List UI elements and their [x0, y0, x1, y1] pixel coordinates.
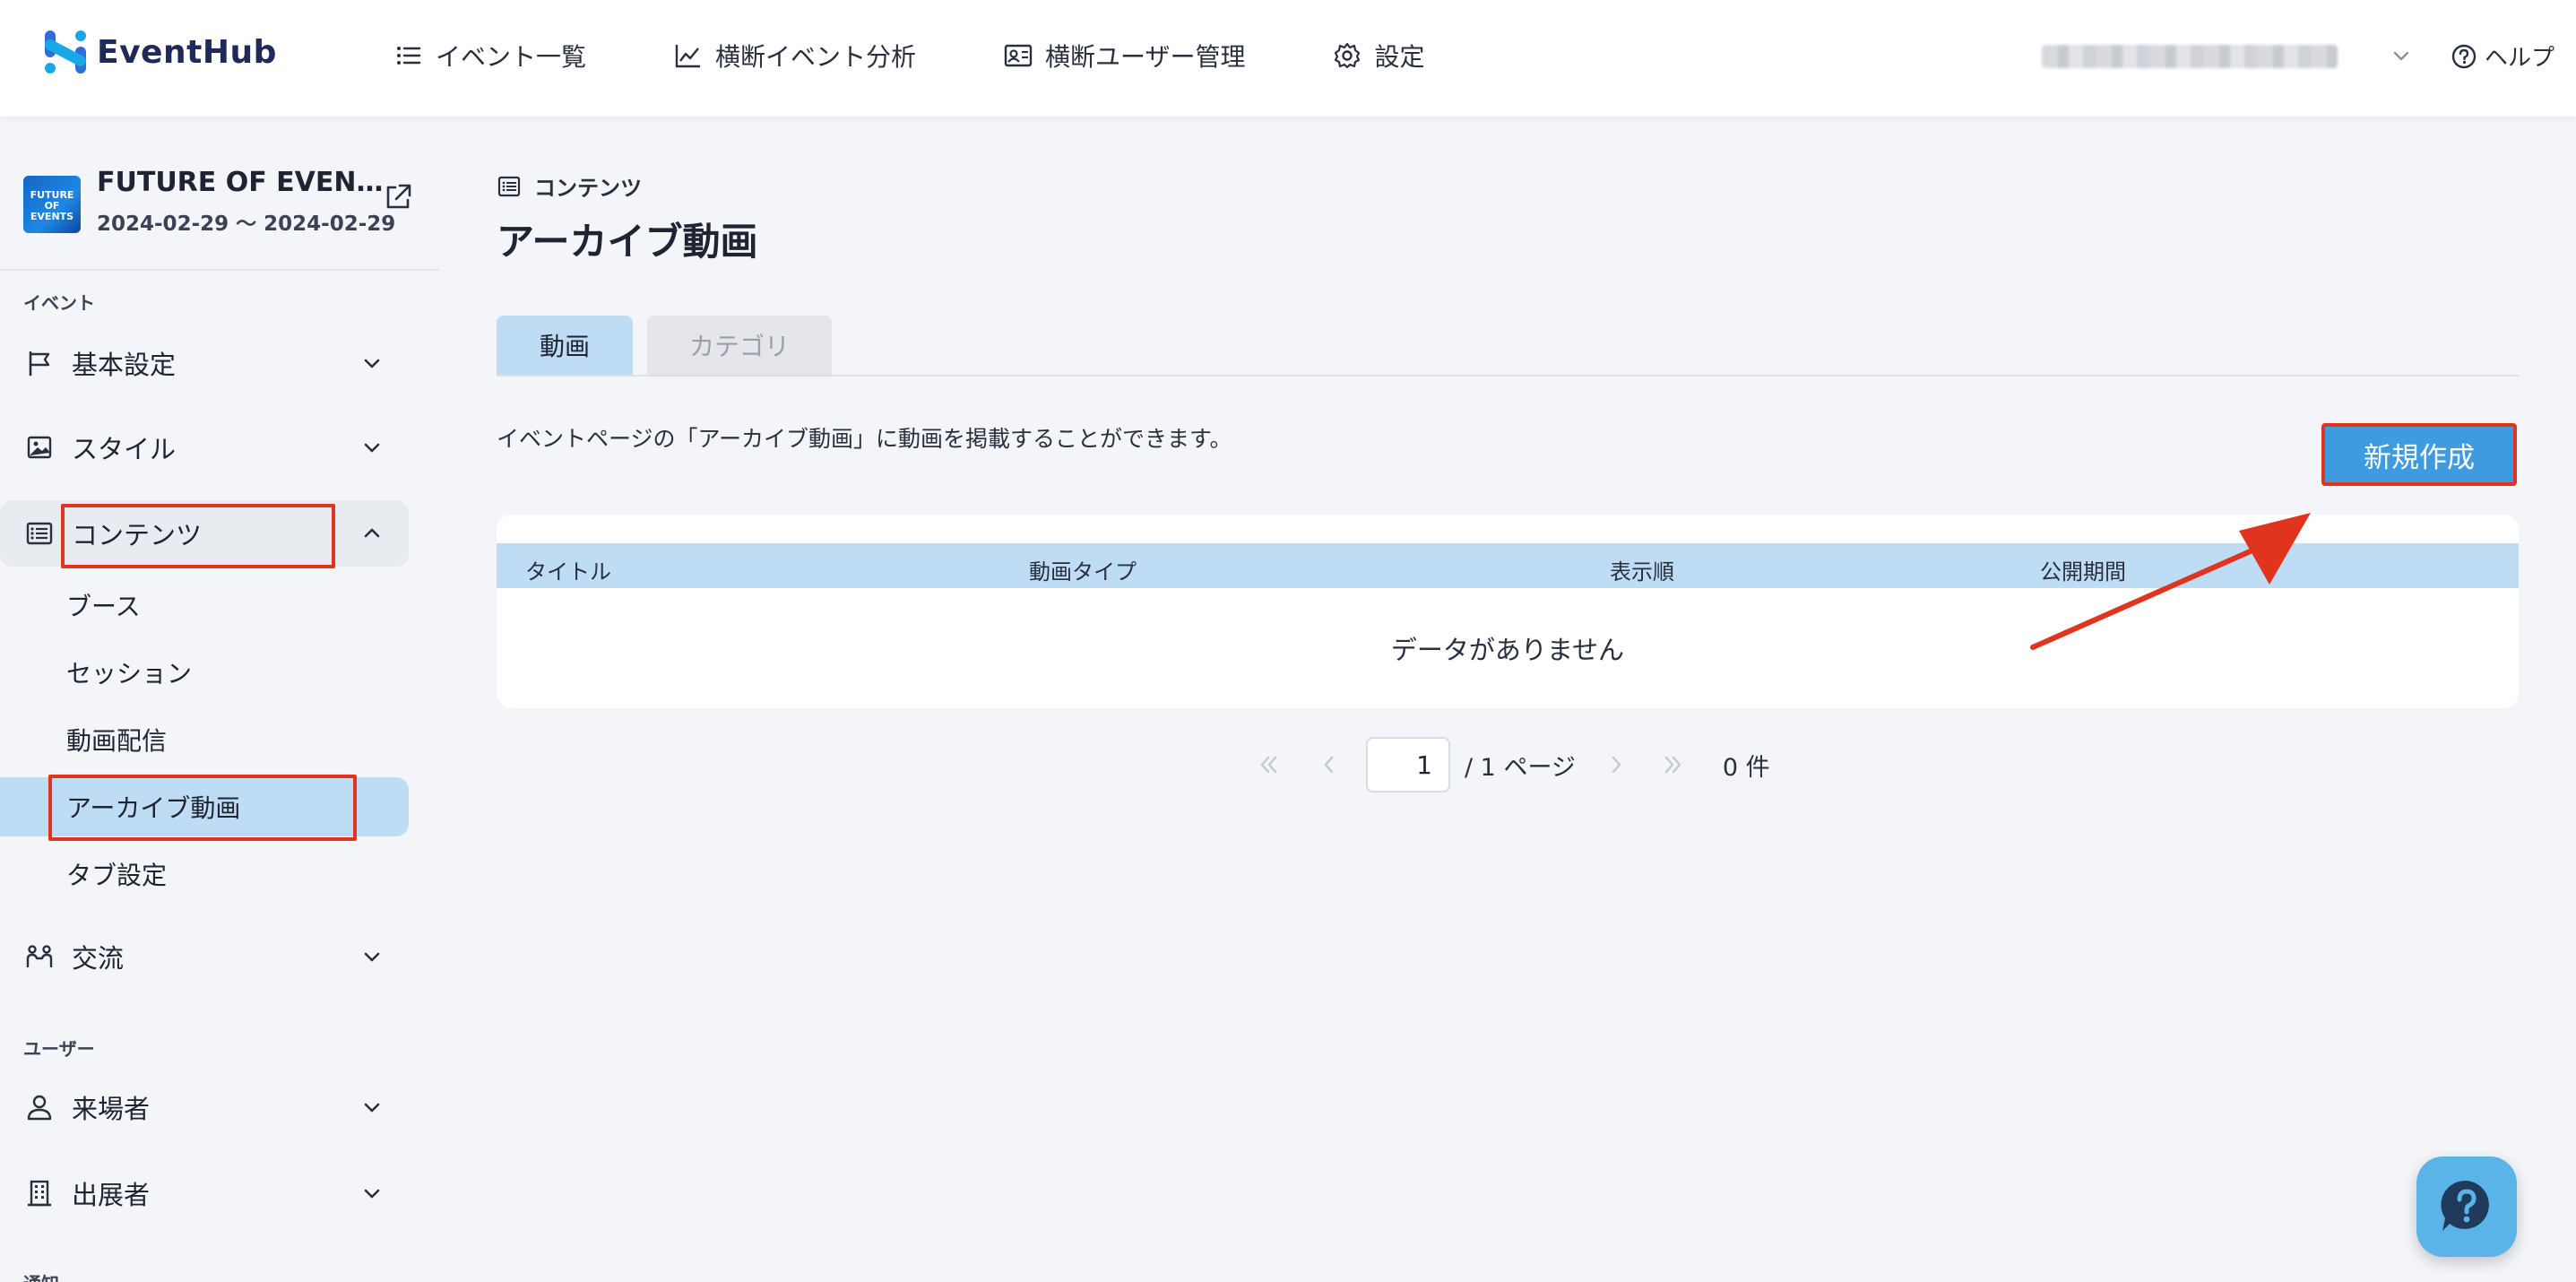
people-icon [26, 945, 53, 967]
brand-name: EventHub [97, 33, 277, 71]
page-number-input[interactable] [1366, 737, 1450, 793]
sidebar-group-label: 交流 [72, 943, 125, 974]
user-icon [27, 1095, 52, 1121]
sidebar-item-session[interactable]: セッション [0, 643, 409, 702]
chevron-up-icon [364, 528, 380, 538]
create-new-button[interactable]: 新規作成 [2321, 423, 2517, 486]
chevron-down-icon [364, 443, 380, 453]
help-chat-button[interactable] [2416, 1156, 2517, 1257]
last-page-icon[interactable] [1660, 751, 1687, 778]
sidebar-item-video-streaming[interactable]: 動画配信 [0, 710, 409, 769]
section-label-user: ユーザー [23, 1038, 95, 1060]
help-label: ヘルプ [2485, 45, 2555, 72]
chevron-down-icon[interactable] [2389, 43, 2414, 68]
image-icon [27, 436, 52, 459]
event-thumbnail: FUTURE OF EVENTS [23, 176, 81, 233]
sidebar-item-booth[interactable]: ブース [0, 576, 409, 635]
page-total: / 1 ページ [1465, 753, 1576, 782]
top-nav: イベント一覧 横断イベント分析 横断ユーザー管理 設定 [394, 0, 1513, 111]
top-header: EventHub イベント一覧 横断イベント分析 横断ユーザー管理 設定 ヘルプ [0, 0, 2576, 117]
nav-cross-event-analysis[interactable]: 横断イベント分析 [674, 38, 916, 74]
gear-icon [1335, 42, 1361, 69]
annotation-arrow [2030, 513, 2311, 650]
page-title: アーカイブ動画 [497, 220, 758, 264]
section-label-event: イベント [23, 292, 95, 314]
sidebar-group-style[interactable]: スタイル [0, 414, 409, 481]
nav-cross-user-management[interactable]: 横断ユーザー管理 [1004, 38, 1245, 74]
sidebar-group-visitors[interactable]: 来場者 [0, 1074, 409, 1140]
chart-line-icon [675, 45, 701, 68]
help-link[interactable]: ヘルプ [2451, 39, 2554, 73]
column-header-title[interactable]: タイトル [525, 554, 611, 585]
page-description: イベントページの「アーカイブ動画」に動画を掲載することができます。 [497, 426, 1232, 452]
breadcrumb: コンテンツ [497, 170, 642, 202]
sidebar-group-basic-settings[interactable]: 基本設定 [0, 330, 409, 396]
nav-cross-user-management-label: 横断ユーザー管理 [1045, 42, 1246, 72]
external-link-icon[interactable] [382, 181, 414, 213]
sidebar-group-networking[interactable]: 交流 [0, 923, 409, 990]
breadcrumb-label[interactable]: コンテンツ [534, 170, 642, 202]
next-page-icon[interactable] [1603, 751, 1629, 778]
account-menu[interactable] [2042, 43, 2338, 70]
sidebar: FUTURE OF EVENTS FUTURE OF EVEN… 2024-02… [0, 117, 439, 1282]
sidebar-group-label: スタイル [72, 434, 177, 464]
column-header-display-order[interactable]: 表示順 [1610, 554, 1674, 585]
pagination: / 1 ページ 0 件 [1255, 737, 1770, 793]
tab-categories[interactable]: カテゴリ [647, 316, 832, 375]
result-count: 0 件 [1722, 753, 1770, 782]
sidebar-group-contents[interactable]: コンテンツ [0, 500, 409, 567]
section-label-notification: 通知 [23, 1269, 59, 1282]
event-dates: 2024-02-29 ～ 2024-02-29 [97, 212, 396, 236]
nav-settings[interactable]: 設定 [1333, 38, 1425, 74]
first-page-icon[interactable] [1255, 751, 1282, 778]
sidebar-divider [0, 269, 439, 271]
building-icon [28, 1180, 51, 1207]
previous-page-icon[interactable] [1316, 751, 1343, 778]
sidebar-group-label: 来場者 [72, 1094, 151, 1124]
nav-event-list[interactable]: イベント一覧 [394, 38, 586, 74]
sidebar-group-label: 基本設定 [72, 350, 177, 380]
column-header-video-type[interactable]: 動画タイプ [1029, 554, 1137, 585]
chevron-down-icon [364, 952, 380, 962]
event-summary: FUTURE OF EVENTS FUTURE OF EVEN… 2024-02… [23, 167, 436, 256]
sidebar-item-label: ブース [66, 592, 141, 621]
sidebar-item-label: タブ設定 [66, 861, 168, 890]
sidebar-item-tab-settings[interactable]: タブ設定 [0, 845, 409, 904]
id-card-icon [1004, 44, 1033, 67]
list-icon [397, 47, 421, 65]
question-circle-icon [2451, 44, 2477, 68]
chevron-down-icon [364, 1103, 380, 1113]
chevron-down-icon [364, 1189, 380, 1199]
tab-bar: 動画 カテゴリ [497, 316, 846, 375]
flag-icon [29, 351, 50, 377]
sidebar-item-label: セッション [66, 659, 193, 689]
account-name-blurred [2042, 45, 2338, 68]
tab-videos[interactable]: 動画 [497, 316, 633, 375]
sidebar-item-archive-video[interactable]: アーカイブ動画 [0, 777, 409, 836]
list-icon [497, 176, 521, 196]
nav-cross-event-analysis-label: 横断イベント分析 [715, 42, 917, 72]
sidebar-item-label: 動画配信 [66, 726, 168, 756]
tab-divider [497, 375, 2519, 377]
question-bubble-icon [2441, 1180, 2489, 1231]
list-icon [26, 522, 53, 545]
chevron-down-icon [364, 359, 380, 368]
sidebar-group-label: 出展者 [72, 1180, 151, 1210]
event-title: FUTURE OF EVEN… [97, 167, 384, 198]
sidebar-group-label: コンテンツ [72, 520, 203, 550]
eventhub-logo[interactable]: EventHub [43, 29, 277, 75]
eventhub-logo-icon [45, 30, 86, 74]
nav-event-list-label: イベント一覧 [436, 42, 587, 72]
nav-settings-label: 設定 [1374, 42, 1425, 72]
sidebar-group-exhibitors[interactable]: 出展者 [0, 1160, 409, 1226]
sidebar-item-label: アーカイブ動画 [66, 793, 241, 823]
